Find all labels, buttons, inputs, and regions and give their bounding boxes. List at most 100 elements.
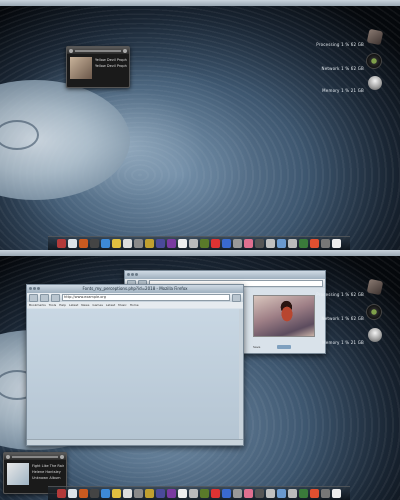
search-icon[interactable] [232,293,241,302]
player-controls-bar[interactable] [67,47,129,54]
window-controls[interactable] [29,287,40,290]
dock-app-icon[interactable] [156,239,165,248]
dock-app-icon[interactable] [167,239,176,248]
window-controls[interactable] [127,273,138,276]
dock-app-icon[interactable] [321,239,330,248]
dock-app-icon[interactable] [189,239,198,248]
reload-icon[interactable] [51,293,60,302]
bookmark-item[interactable]: Help [59,303,66,307]
dock-app-icon[interactable] [266,489,275,498]
track-album: Unknown Album [32,476,61,480]
dock-app-icon[interactable] [255,239,264,248]
dock-app-icon[interactable] [178,489,187,498]
dock-app-icon[interactable] [288,489,297,498]
dock-app-icon[interactable] [299,239,308,248]
browser-content[interactable] [27,309,243,445]
dock-app-icon[interactable] [79,239,88,248]
dock-app-icon[interactable] [68,239,77,248]
dock-app-icon[interactable] [222,239,231,248]
browser-toolbar: http://www.example.org [27,293,243,302]
browser-titlebar[interactable]: Fonts_my_perceptions.php?id=2018 - Mozil… [27,285,243,293]
dock-app-icon[interactable] [123,489,132,498]
dock-app-icon[interactable] [189,489,198,498]
minimize-icon[interactable] [131,273,134,276]
back-icon[interactable] [29,293,38,302]
dock-app-icon[interactable] [145,239,154,248]
dock-app-icon[interactable] [211,489,220,498]
dock-app-icon[interactable] [277,489,286,498]
dock-app-icon[interactable] [211,239,220,248]
bookmarks-bar: Bookmarks Tools Help Latest News Games Latest M… [27,302,243,308]
dock-app-icon[interactable] [167,489,176,498]
dock-app-icon[interactable] [288,239,297,248]
dock-app-icon[interactable] [68,489,77,498]
dock-app-icon[interactable] [200,239,209,248]
dock-app-icon[interactable] [101,239,110,248]
progress-slider[interactable] [12,455,58,458]
image-viewer-titlebar[interactable] [125,271,325,279]
dock-app-icon[interactable] [233,239,242,248]
save-button[interactable] [277,345,291,349]
dock-app-icon[interactable] [299,489,308,498]
dock-app-icon[interactable] [244,489,253,498]
prev-icon[interactable] [69,48,73,53]
dock-app-icon[interactable] [123,239,132,248]
bookmark-item[interactable]: Tools [49,303,56,307]
bookmark-item[interactable]: Music [118,303,127,307]
cpu-icon [366,28,384,46]
dock-app-icon[interactable] [134,239,143,248]
menu-bar[interactable] [0,250,400,256]
dock-app-icon[interactable] [321,489,330,498]
dock-app-icon[interactable] [233,489,242,498]
dock-app-icon[interactable] [244,239,253,248]
dock-app-icon[interactable] [90,489,99,498]
dock-app-icon[interactable] [57,239,66,248]
zoom-icon[interactable] [135,273,138,276]
dock-app-icon[interactable] [112,489,121,498]
dock-app-icon[interactable] [134,489,143,498]
bookmark-item[interactable]: Bookmarks [29,303,46,307]
dock-app-icon[interactable] [266,239,275,248]
bookmark-item[interactable]: News [81,303,89,307]
dock-app-icon[interactable] [310,489,319,498]
dock[interactable] [48,236,350,250]
dock-app-icon[interactable] [178,239,187,248]
close-icon[interactable] [60,454,64,459]
dock-app-icon[interactable] [90,239,99,248]
progress-slider[interactable] [75,49,121,52]
dock[interactable] [48,486,350,500]
bookmark-item[interactable]: Games [92,303,103,307]
player-controls-bar[interactable] [4,453,66,460]
dock-app-icon[interactable] [156,489,165,498]
dock-app-icon[interactable] [255,489,264,498]
dock-app-icon[interactable] [200,489,209,498]
browser-window[interactable]: Fonts_my_perceptions.php?id=2018 - Mozil… [26,284,244,446]
vertical-scrollbar[interactable] [239,309,243,440]
bookmark-item[interactable]: Home [130,303,139,307]
menu-bar[interactable] [0,0,400,6]
close-icon[interactable] [127,273,130,276]
album-art [70,57,92,79]
dock-app-icon[interactable] [222,489,231,498]
bookmark-item[interactable]: Latest [69,303,78,307]
dock-app-icon[interactable] [310,239,319,248]
bookmark-item[interactable]: Latest [106,303,115,307]
mini-music-player[interactable]: Yellow Devil Prophesy Yellow Devil Proph… [66,46,130,88]
forward-icon[interactable] [40,293,49,302]
zoom-icon[interactable] [37,287,40,290]
dock-app-icon[interactable] [277,239,286,248]
track-info: Fight Like The Rain Helene Hantsley Unkn… [32,463,64,481]
close-icon[interactable] [123,48,127,53]
dock-app-icon[interactable] [57,489,66,498]
dock-app-icon[interactable] [332,489,341,498]
close-icon[interactable] [29,287,32,290]
dock-app-icon[interactable] [145,489,154,498]
prev-icon[interactable] [6,454,10,459]
address-bar[interactable]: http://www.example.org [62,294,230,301]
minimize-icon[interactable] [33,287,36,290]
dock-app-icon[interactable] [79,489,88,498]
dock-app-icon[interactable] [332,239,341,248]
dock-app-icon[interactable] [101,489,110,498]
memory-icon [368,328,382,342]
dock-app-icon[interactable] [112,239,121,248]
